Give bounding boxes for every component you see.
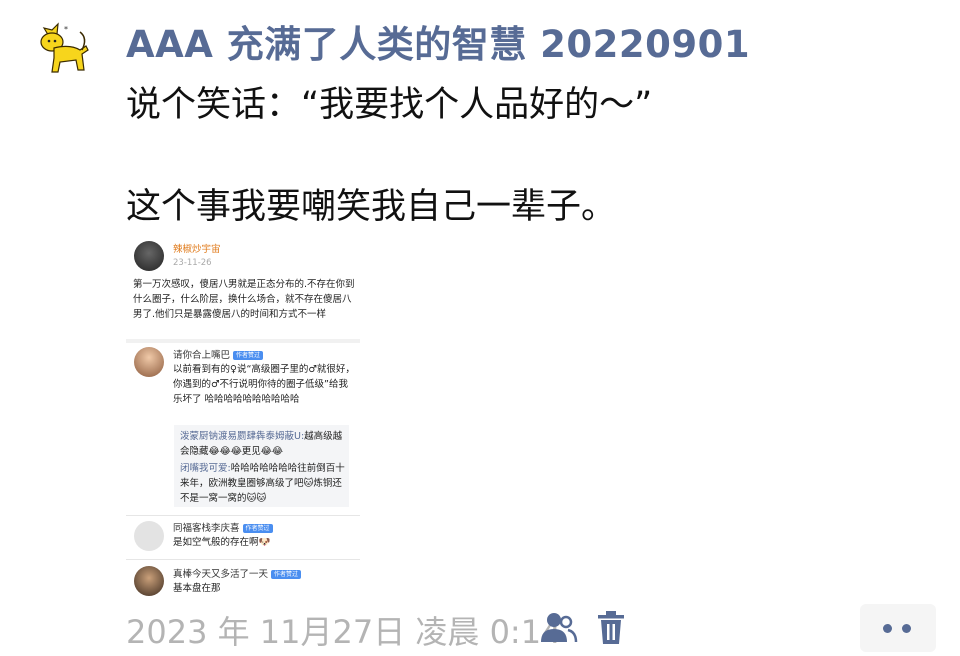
poster-text: 第一万次感叹，傻居八男就是正态分布的.不存在你到什么圈子，什么阶层，换什么场合，… [133, 279, 355, 320]
comment-text: 以前看到有的♀说“高级圈子里的♂就很好，你遇到的♂不行说明你待的圈子低级”给我乐… [173, 364, 355, 405]
attached-image[interactable]: 辣椒炒宇宙 23-11-26 第一万次感叹，傻居八男就是正态分布的.不存在你到什… [126, 235, 360, 603]
delete-button[interactable] [596, 610, 626, 646]
divider [126, 559, 360, 560]
divider [126, 515, 360, 516]
person-icon [541, 613, 578, 643]
cat-icon: * [40, 22, 89, 73]
post-text-line-2: 这个事我要嘲笑我自己一辈子。 [126, 187, 617, 227]
poster-name: 辣椒炒宇宙 [173, 244, 221, 255]
liked-by-author-tag: 作者赞过 [271, 570, 302, 579]
commenter-name: 请你合上嘴巴 [173, 350, 231, 361]
comment-text: 是如空气般的存在啊🐶 [173, 537, 271, 548]
reply-2: 闭嘴我可爱:哈哈哈哈哈哈哈往前倒百十来年，欧洲教皇圈够高级了吧🐱炼铜还不是一窝一… [180, 461, 346, 506]
reply-name: 泼蒙厨钠渡易罽肆犇泰姆蔽U: [180, 431, 305, 442]
liked-by-author-tag: 作者赞过 [233, 351, 264, 360]
poster-avatar [134, 241, 164, 271]
reply-box: 泼蒙厨钠渡易罽肆犇泰姆蔽U:越高级越会隐藏😂😂😂更见😂😂 闭嘴我可爱:哈哈哈哈哈… [174, 425, 349, 507]
commenter-name-row: 同福客栈李庆喜 作者赞过 [173, 520, 273, 534]
liked-by-author-tag: 作者赞过 [242, 524, 273, 533]
more-button[interactable] [860, 604, 936, 652]
post-text-line-1: 说个笑话：“我要找个人品好的～” [126, 85, 653, 125]
divider [126, 339, 360, 343]
commenter-name-row: 真棒今天又多活了一天 作者赞过 [173, 566, 302, 580]
commenter-name: 同福客栈李庆喜 [173, 523, 240, 534]
commenter-avatar [134, 347, 164, 377]
svg-text:*: * [64, 25, 68, 34]
comment-text: 基本盘在那 [173, 583, 221, 594]
author-name[interactable]: AAA 充满了人类的智慧 20220901 [126, 14, 750, 68]
commenter-name-row: 请你合上嘴巴 作者赞过 [173, 347, 264, 361]
more-dots-icon [902, 624, 911, 633]
author-avatar[interactable]: * [30, 20, 94, 80]
more-dots-icon [883, 624, 892, 633]
trash-icon [598, 611, 624, 644]
reply-1: 泼蒙厨钠渡易罽肆犇泰姆蔽U:越高级越会隐藏😂😂😂更见😂😂 [180, 429, 346, 459]
visibility-button[interactable] [538, 610, 578, 646]
post-timestamp: 2023 年 11月27日 凌晨 0:14 [126, 613, 562, 651]
reply-name: 闭嘴我可爱: [180, 463, 231, 474]
commenter-avatar [134, 521, 164, 551]
commenter-avatar [134, 566, 164, 596]
poster-date: 23-11-26 [173, 258, 212, 268]
commenter-name: 真棒今天又多活了一天 [173, 569, 269, 580]
